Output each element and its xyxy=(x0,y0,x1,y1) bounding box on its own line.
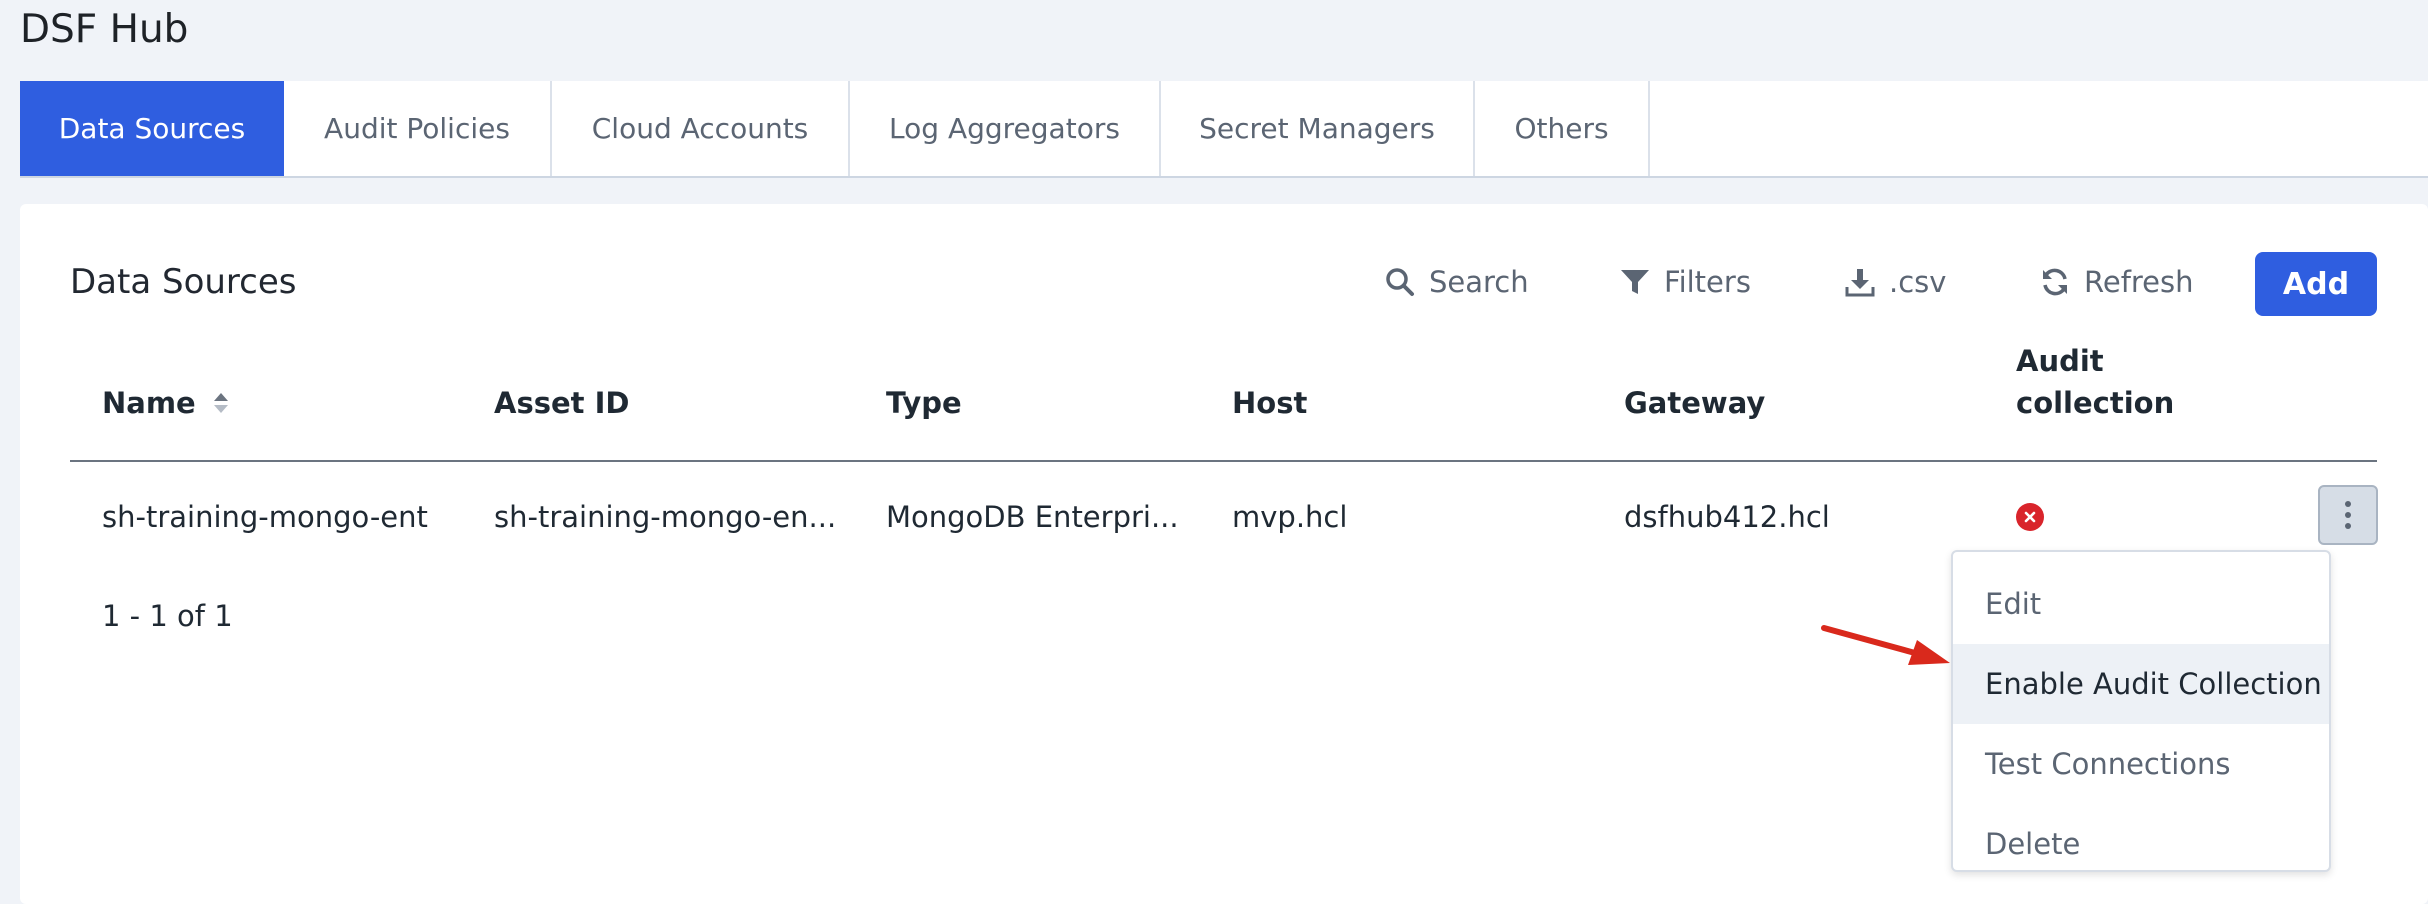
search-label: Search xyxy=(1429,265,1529,299)
column-header-gateway: Gateway xyxy=(1624,386,1766,420)
column-header-host: Host xyxy=(1232,386,1308,420)
refresh-button[interactable]: Refresh xyxy=(2040,252,2194,312)
sort-icon[interactable] xyxy=(212,384,230,426)
filters-label: Filters xyxy=(1664,265,1751,299)
tab-cloud-accounts[interactable]: Cloud Accounts xyxy=(552,81,850,176)
cell-gateway: dsfhub412.hcl xyxy=(1624,500,1830,534)
row-actions-menu: Edit Enable Audit Collection Test Connec… xyxy=(1951,550,2331,872)
panel-title: Data Sources xyxy=(70,262,297,302)
tab-secret-managers[interactable]: Secret Managers xyxy=(1161,81,1475,176)
add-button[interactable]: Add xyxy=(2255,252,2377,316)
search-button[interactable]: Search xyxy=(1385,252,1529,312)
column-header-name[interactable]: Name xyxy=(102,382,230,426)
error-x-icon xyxy=(2016,503,2044,531)
tab-audit-policies[interactable]: Audit Policies xyxy=(284,81,552,176)
csv-export-button[interactable]: .csv xyxy=(1845,252,1946,312)
menu-item-edit[interactable]: Edit xyxy=(1953,564,2329,644)
kebab-dot xyxy=(2345,512,2351,518)
tab-others[interactable]: Others xyxy=(1475,81,1650,176)
cell-name[interactable]: sh-training-mongo-ent xyxy=(102,462,428,572)
pagination-info: 1 - 1 of 1 xyxy=(102,599,233,633)
app-title: DSF Hub xyxy=(20,7,189,52)
tab-log-aggregators[interactable]: Log Aggregators xyxy=(850,81,1161,176)
download-icon xyxy=(1845,267,1875,297)
search-icon xyxy=(1385,267,1415,297)
cell-host: mvp.hcl xyxy=(1232,500,1348,534)
kebab-dot xyxy=(2345,501,2351,507)
table-header: Name Asset ID Type Host Gateway Audit co… xyxy=(70,342,2377,462)
kebab-dot xyxy=(2345,523,2351,529)
column-header-audit-line2: collection xyxy=(2016,386,2175,420)
menu-item-enable-audit-collection[interactable]: Enable Audit Collection xyxy=(1953,644,2329,724)
menu-item-delete[interactable]: Delete xyxy=(1953,804,2329,884)
column-header-type: Type xyxy=(886,386,962,420)
row-actions-button[interactable] xyxy=(2318,485,2378,545)
menu-item-test-connections[interactable]: Test Connections xyxy=(1953,724,2329,804)
cell-asset-id: sh-training-mongo-en... xyxy=(494,500,837,534)
tab-data-sources[interactable]: Data Sources xyxy=(20,81,284,176)
tab-bar: Data Sources Audit Policies Cloud Accoun… xyxy=(20,81,2428,178)
filters-button[interactable]: Filters xyxy=(1620,252,1751,312)
annotation-arrow-icon xyxy=(1821,625,1950,665)
csv-label: .csv xyxy=(1889,265,1947,299)
refresh-label: Refresh xyxy=(2084,265,2194,299)
cell-type: MongoDB Enterpri... xyxy=(886,500,1179,534)
column-header-audit-collection: Audit collection xyxy=(2016,340,2174,424)
refresh-icon xyxy=(2040,267,2070,297)
column-header-audit-line1: Audit xyxy=(2016,344,2104,378)
filter-icon xyxy=(1620,267,1650,297)
column-header-asset-id: Asset ID xyxy=(494,386,630,420)
